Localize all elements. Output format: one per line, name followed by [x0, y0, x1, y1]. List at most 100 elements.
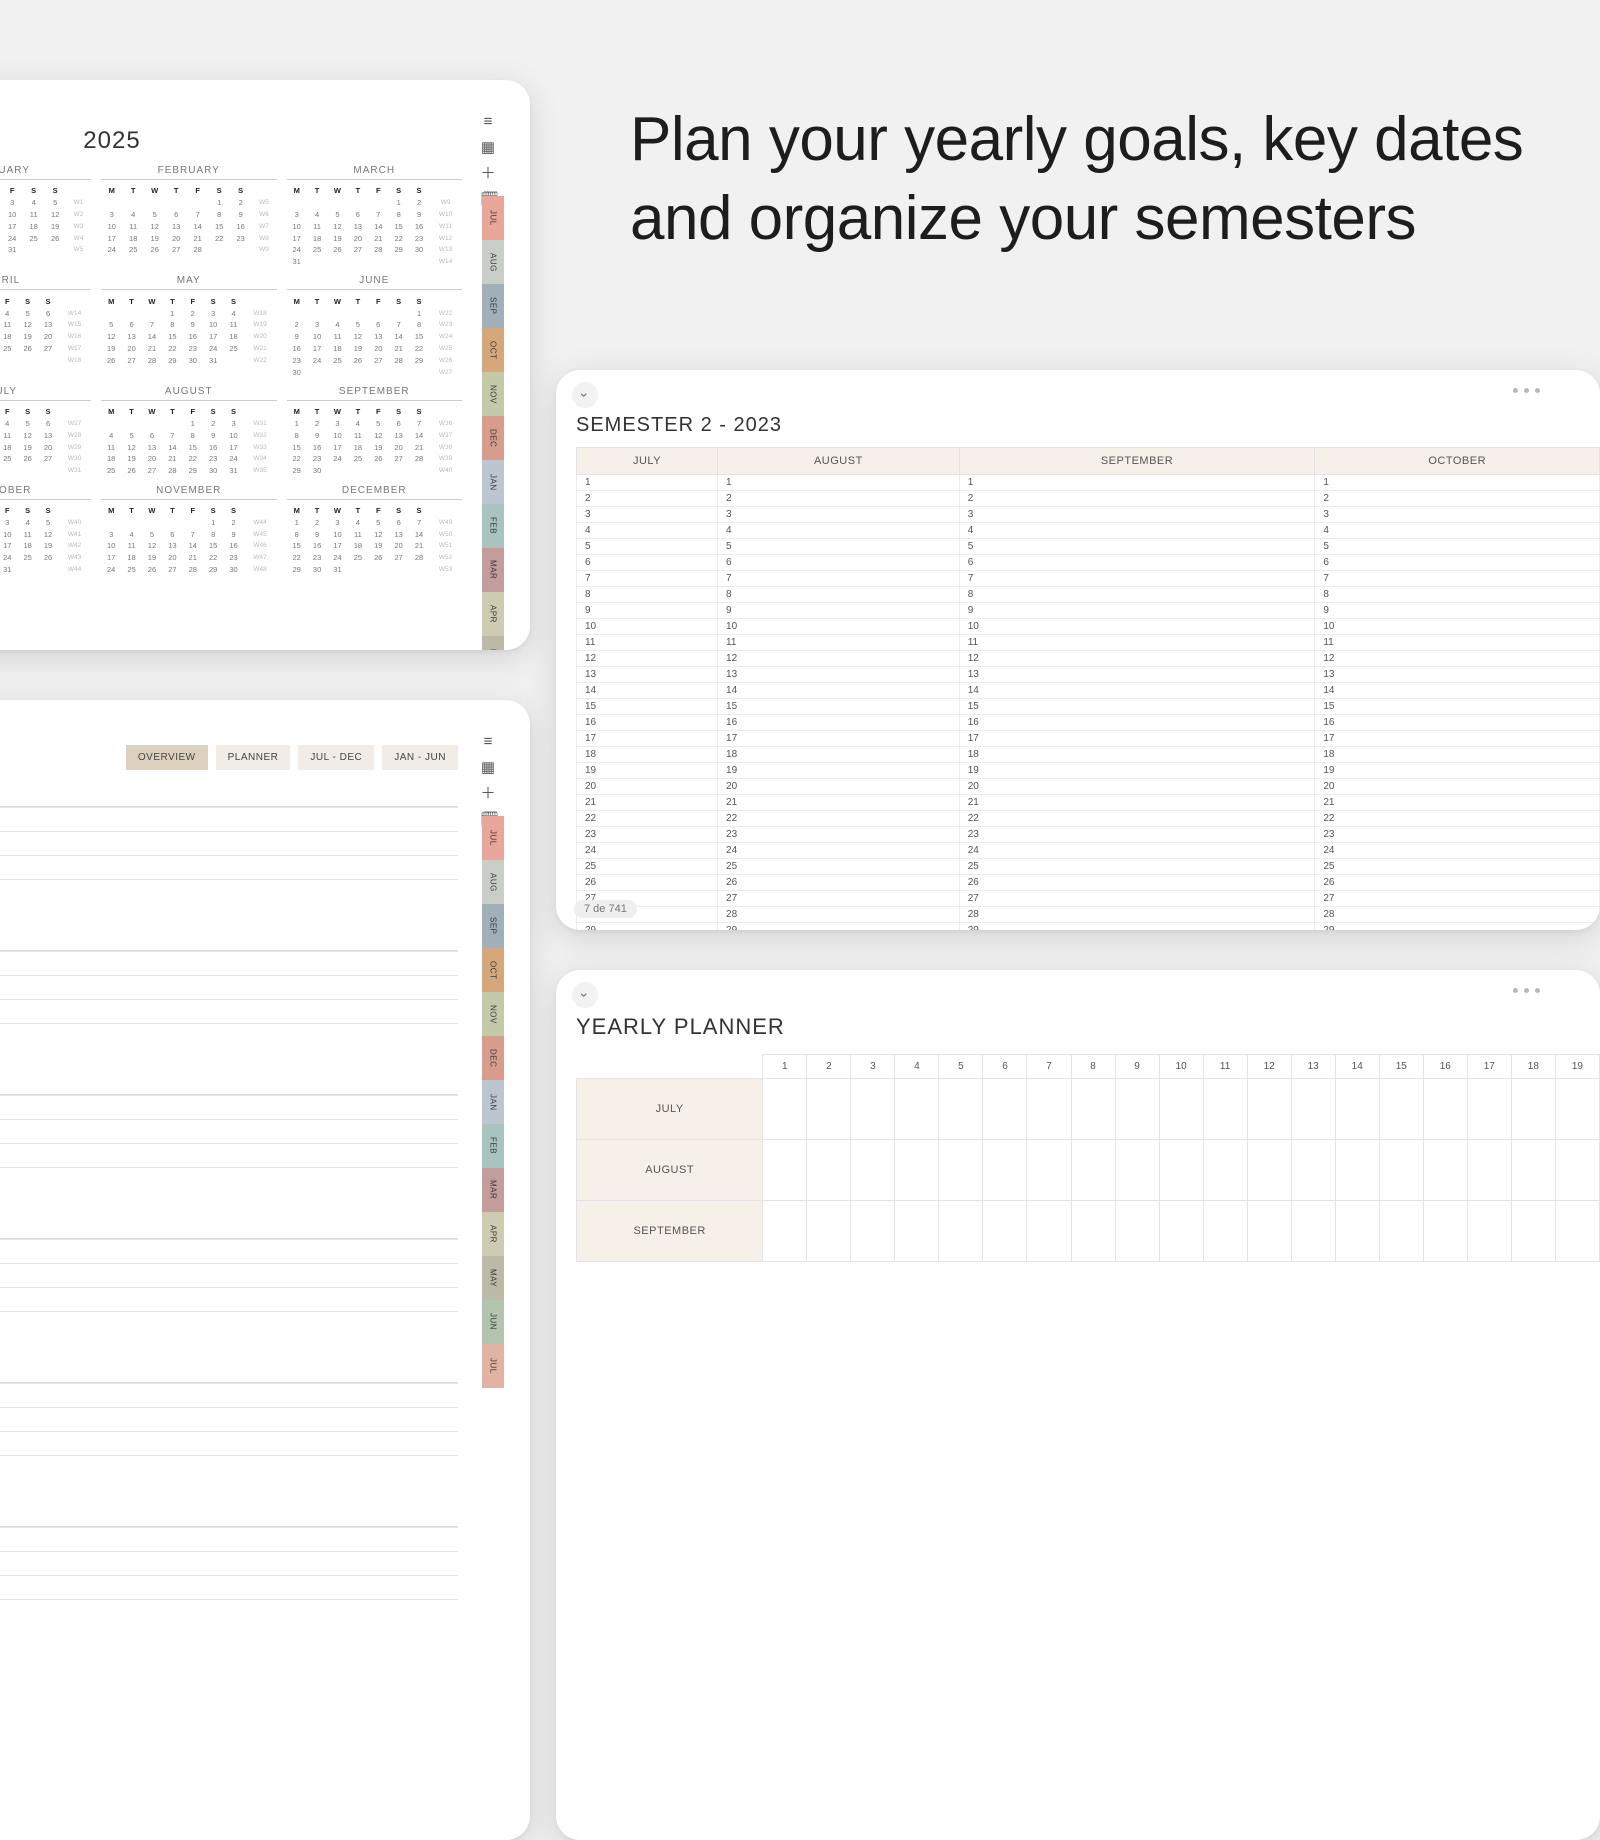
lines-area[interactable] [0, 806, 458, 902]
month-may[interactable]: MAYMTWTFSS1234W18567891011W1912131415161… [101, 275, 277, 377]
tab-sep[interactable]: SEP [482, 904, 504, 948]
tab-jul[interactable]: JUL [482, 1344, 504, 1388]
tab-dec[interactable]: DEC [482, 1036, 504, 1080]
table-row[interactable]: 11111111 [577, 635, 1600, 651]
lines-area[interactable] [0, 1094, 458, 1190]
tab-oct[interactable]: OCT [482, 328, 504, 372]
month-february[interactable]: FEBRUARYMTWTFSS12W53456789W6101112131415… [101, 165, 277, 267]
drag-handle-icon[interactable] [0, 80, 504, 105]
col-october: OCTOBER [1315, 448, 1600, 475]
drag-handle-icon[interactable] [0, 700, 504, 725]
tab-may[interactable]: MAY [482, 636, 504, 650]
chevron-down-icon[interactable]: › [572, 982, 598, 1008]
month-november[interactable]: NOVEMBERMTWTFSS12W443456789W451011121314… [101, 485, 277, 576]
view-overview[interactable]: OVERVIEW [126, 745, 208, 770]
month-label: MARCH [0, 1072, 458, 1086]
tab-sep[interactable]: SEP [482, 284, 504, 328]
table-row[interactable]: 9999 [577, 603, 1600, 619]
tab-jul[interactable]: JUL [482, 196, 504, 240]
month-march[interactable]: MARCHMTWTFSS12W93456789W1010111213141516… [287, 165, 463, 267]
table-row[interactable]: JULY [577, 1079, 1600, 1140]
table-row[interactable]: 21212121 [577, 795, 1600, 811]
tab-jan[interactable]: JAN [482, 460, 504, 504]
day-col: 11 [1203, 1055, 1247, 1079]
month-april[interactable]: APRILMTWTFSS123456W1478910111213W1514151… [0, 275, 91, 377]
grid-icon[interactable]: ▦ [480, 140, 496, 156]
tab-may[interactable]: MAY [482, 1256, 504, 1300]
month-september[interactable]: SEPTEMBERMTWTFSS1234567W36891011121314W3… [287, 386, 463, 477]
headline: Plan your yearly goals, key dates and or… [630, 100, 1600, 259]
grid-icon[interactable]: ▦ [480, 760, 496, 776]
table-row[interactable]: 2222 [577, 491, 1600, 507]
tab-jan[interactable]: JAN [482, 1080, 504, 1124]
tab-apr[interactable]: APR [482, 592, 504, 636]
plus-icon[interactable]: ＋ [480, 166, 496, 182]
tab-jul[interactable]: JUL [482, 816, 504, 860]
table-row[interactable]: 25252525 [577, 859, 1600, 875]
tab-mar[interactable]: MAR [482, 1168, 504, 1212]
table-row[interactable]: 8888 [577, 587, 1600, 603]
table-row[interactable]: AUGUST [577, 1140, 1600, 1201]
tab-jun[interactable]: JUN [482, 1300, 504, 1344]
table-row[interactable]: 17171717 [577, 731, 1600, 747]
plus-icon[interactable]: ＋ [480, 786, 496, 802]
table-row[interactable]: 6666 [577, 555, 1600, 571]
month-july[interactable]: JULYMTWTFSS123456W2778910111213W28141516… [0, 386, 91, 477]
view-jul-dec[interactable]: JUL - DEC [298, 745, 374, 770]
table-row[interactable]: 20202020 [577, 779, 1600, 795]
table-row[interactable]: 16161616 [577, 715, 1600, 731]
day-col: 14 [1335, 1055, 1379, 1079]
table-row[interactable]: 18181818 [577, 747, 1600, 763]
tab-feb[interactable]: FEB [482, 1124, 504, 1168]
tab-aug[interactable]: AUG [482, 240, 504, 284]
month-august[interactable]: AUGUSTMTWTFSS123W3145678910W321112131415… [101, 386, 277, 477]
tab-apr[interactable]: APR [482, 1212, 504, 1256]
day-col: 10 [1159, 1055, 1203, 1079]
more-icon[interactable] [1513, 388, 1540, 393]
lines-area[interactable] [0, 1526, 458, 1622]
table-row[interactable]: 15151515 [577, 699, 1600, 715]
table-row[interactable]: 22222222 [577, 811, 1600, 827]
table-row[interactable]: 19191919 [577, 763, 1600, 779]
lines-area[interactable] [0, 1238, 458, 1334]
table-row[interactable]: 5555 [577, 539, 1600, 555]
view-planner[interactable]: PLANNER [216, 745, 291, 770]
table-row[interactable]: 12121212 [577, 651, 1600, 667]
tab-nov[interactable]: NOV [482, 372, 504, 416]
table-row[interactable]: 29292929 [577, 923, 1600, 931]
table-row[interactable]: SEPTEMBER [577, 1201, 1600, 1262]
list-icon[interactable]: ≡ [480, 114, 496, 130]
table-row[interactable]: 3333 [577, 507, 1600, 523]
view-jan-jun[interactable]: JAN - JUN [382, 745, 458, 770]
table-row[interactable]: 23232323 [577, 827, 1600, 843]
tab-mar[interactable]: MAR [482, 548, 504, 592]
card-toolbar: ≡ ▦ ＋ 🗓 [480, 114, 496, 208]
tab-dec[interactable]: DEC [482, 416, 504, 460]
more-icon[interactable] [1513, 988, 1540, 993]
table-row[interactable]: 24242424 [577, 843, 1600, 859]
table-row[interactable]: 13131313 [577, 667, 1600, 683]
table-row[interactable]: 28282828 [577, 907, 1600, 923]
month-january[interactable]: JANUARYMTWTFSS12345W16789101112W21314151… [0, 165, 91, 267]
table-row[interactable]: 27272727 [577, 891, 1600, 907]
month-october[interactable]: OCTOBERMTWTFSS12345W406789101112W4113141… [0, 485, 91, 576]
tab-feb[interactable]: FEB [482, 504, 504, 548]
lines-area[interactable] [0, 950, 458, 1046]
tab-nov[interactable]: NOV [482, 992, 504, 1036]
tab-aug[interactable]: AUG [482, 860, 504, 904]
lines-area[interactable] [0, 1382, 458, 1478]
monthly-overview-card: ≡ ▦ ＋ 🗓 JULAUGSEPOCTNOVDECJANFEBMARAPRMA… [0, 700, 530, 1840]
month-june[interactable]: JUNEMTWTFSS1W222345678W239101112131415W2… [287, 275, 463, 377]
chevron-down-icon[interactable]: › [572, 382, 598, 408]
table-row[interactable]: 26262626 [577, 875, 1600, 891]
tab-oct[interactable]: OCT [482, 948, 504, 992]
table-row[interactable]: 7777 [577, 571, 1600, 587]
table-row[interactable]: 14141414 [577, 683, 1600, 699]
day-col: 18 [1511, 1055, 1555, 1079]
table-row[interactable]: 1111 [577, 475, 1600, 491]
table-row[interactable]: 10101010 [577, 619, 1600, 635]
month-december[interactable]: DECEMBERMTWTFSS1234567W49891011121314W50… [287, 485, 463, 576]
table-row[interactable]: 4444 [577, 523, 1600, 539]
list-icon[interactable]: ≡ [480, 734, 496, 750]
col-august: AUGUST [718, 448, 960, 475]
